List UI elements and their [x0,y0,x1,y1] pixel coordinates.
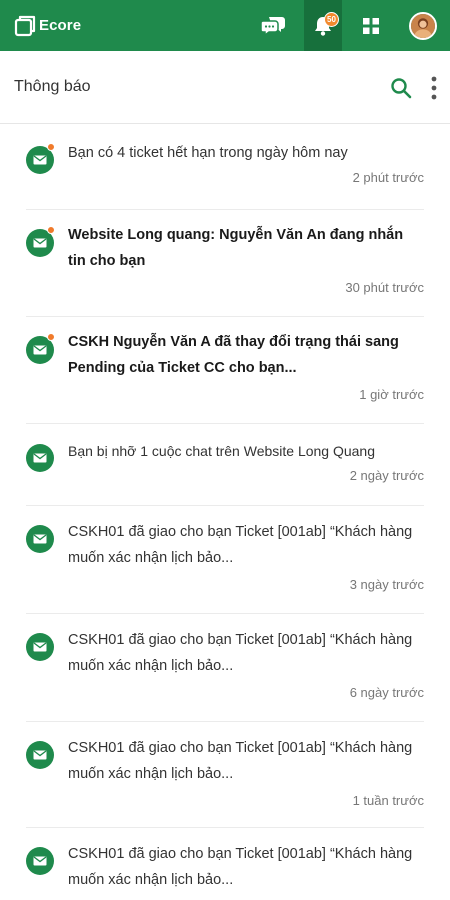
avatar [409,11,437,40]
search-button[interactable] [389,76,413,100]
notification-type-icon [26,525,54,553]
envelope-icon [33,453,47,463]
envelope-icon [33,534,47,544]
notification-text: CSKH01 đã giao cho bạn Ticket [001ab] “K… [68,632,413,674]
envelope-icon [33,155,47,165]
unread-indicator [47,226,55,234]
more-vertical-icon [431,76,437,100]
notification-type-icon [26,444,54,472]
notification-item[interactable]: Bạn có 4 ticket hết hạn trong ngày hôm n… [26,124,424,210]
envelope-icon [33,750,47,760]
notification-type-icon [26,847,54,875]
notification-list: Bạn có 4 ticket hết hạn trong ngày hôm n… [0,124,450,898]
envelope-icon [33,345,47,355]
grid-icon [363,17,379,34]
notification-time: 1 tuần trước [352,793,424,808]
notification-item[interactable]: CSKH01 đã giao cho bạn Ticket [001ab] “K… [26,722,424,828]
unread-indicator [47,333,55,341]
page-title: Thông báo [14,78,91,95]
notifications-button[interactable]: 50 [304,0,342,51]
notification-text: Bạn bị nhỡ 1 cuộc chat trên Website Long… [68,443,376,459]
page-header: Thông báo [0,51,450,124]
notification-time: 6 ngày trước [349,685,424,700]
top-app-bar: Ecore 50 [0,0,450,51]
notification-item[interactable]: Website Long quang: Nguyễn Văn An đang n… [26,210,424,317]
notification-item[interactable]: CSKH Nguyễn Văn A đã thay đổi trạng thái… [26,317,424,424]
notification-time: 1 giờ trước [359,387,424,402]
notification-type-icon [26,741,54,769]
more-options-button[interactable] [424,73,444,103]
chat-button[interactable] [254,0,292,51]
notification-item[interactable]: CSKH01 đã giao cho bạn Ticket [001ab] “K… [26,614,424,722]
notification-text: CSKH01 đã giao cho bạn Ticket [001ab] “K… [68,524,413,566]
chat-bubbles-icon [260,16,285,36]
ecore-logo-icon [14,15,36,36]
notification-item[interactable]: CSKH01 đã giao cho bạn Ticket [001ab] “K… [26,506,424,614]
notification-count-badge: 50 [324,12,339,27]
notification-time: 2 phút trước [352,170,424,185]
unread-indicator [47,143,55,151]
envelope-icon [33,856,47,866]
brand-logo-link[interactable]: Ecore [14,0,81,51]
notification-text: CSKH01 đã giao cho bạn Ticket [001ab] “K… [68,740,413,782]
notification-time: 30 phút trước [345,280,424,295]
notification-text: CSKH Nguyễn Văn A đã thay đổi trạng thái… [68,334,399,376]
notification-time: 3 ngày trước [349,577,424,592]
search-icon [391,78,412,99]
notification-type-icon [26,633,54,661]
user-avatar-button[interactable] [404,0,442,51]
notification-text: Website Long quang: Nguyễn Văn An đang n… [68,227,404,269]
notification-text: CSKH01 đã giao cho bạn Ticket [001ab] “K… [68,846,413,888]
notification-item[interactable]: CSKH01 đã giao cho bạn Ticket [001ab] “K… [26,828,424,898]
envelope-icon [33,642,47,652]
brand-name: Ecore [39,17,82,34]
envelope-icon [33,238,47,248]
notification-time: 2 ngày trước [349,468,424,483]
notification-text: Bạn có 4 ticket hết hạn trong ngày hôm n… [68,145,348,161]
notification-item[interactable]: Bạn bị nhỡ 1 cuộc chat trên Website Long… [26,424,424,506]
apps-grid-button[interactable] [352,0,390,51]
